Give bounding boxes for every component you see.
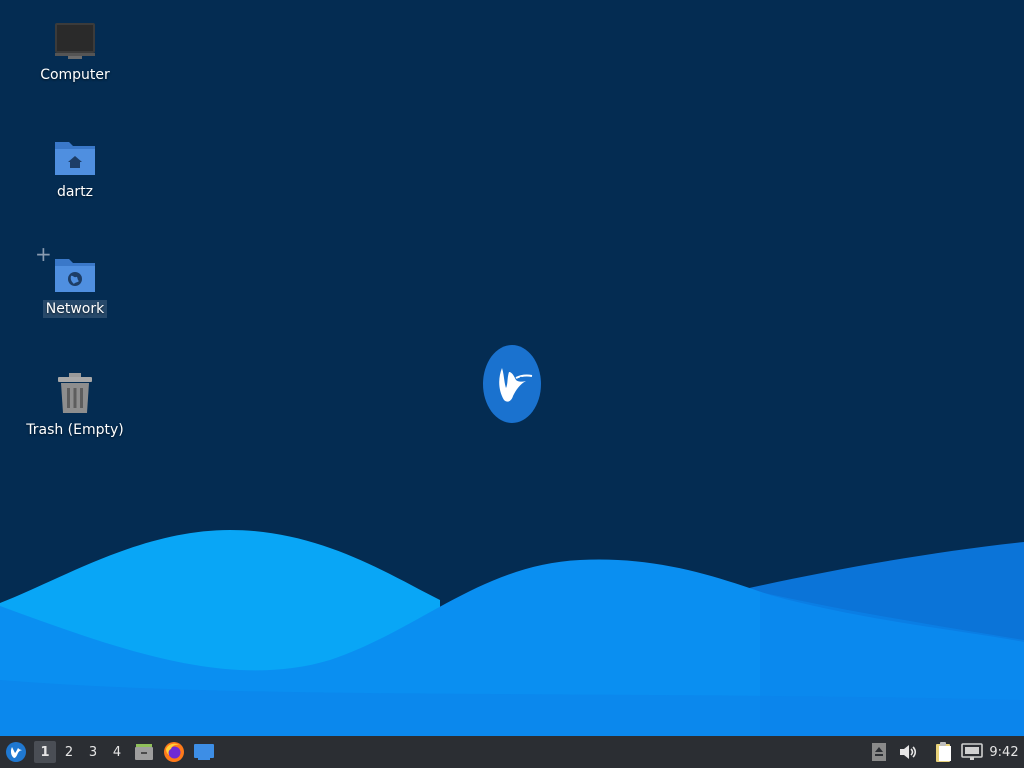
desktop-icon-trash[interactable]: Trash (Empty): [20, 371, 130, 439]
show-desktop-launcher[interactable]: [192, 736, 216, 768]
desktop-icon-label: Network: [42, 300, 108, 318]
desktop[interactable]: Computer dartz + Network Trash (Empty): [0, 0, 1024, 736]
workspace-3-button[interactable]: 3: [82, 736, 104, 768]
file-manager-icon: [135, 744, 153, 760]
clipboard-icon: [936, 742, 951, 762]
firefox-icon: [164, 742, 184, 762]
show-desktop-icon: [194, 744, 214, 760]
workspace-1-button[interactable]: 1: [34, 741, 56, 763]
trash-icon: [58, 373, 92, 413]
workspace-4-button[interactable]: 4: [106, 736, 128, 768]
workspace-label: 1: [40, 744, 50, 760]
bottom-panel: 1 2 3 4 9:42: [0, 736, 1024, 768]
xubuntu-menu-icon: [6, 742, 26, 762]
removable-media-icon: [872, 743, 886, 761]
desktop-icon-label: Trash (Empty): [26, 422, 124, 438]
xubuntu-bird-logo: [483, 345, 541, 423]
volume-tray[interactable]: [896, 736, 920, 768]
firefox-launcher[interactable]: [162, 736, 186, 768]
volume-icon: [900, 745, 917, 759]
files-launcher[interactable]: [132, 736, 156, 768]
network-wired-icon: [961, 743, 983, 760]
desktop-icon-home[interactable]: dartz: [20, 137, 130, 201]
workspace-label: 3: [88, 744, 98, 760]
desktop-icon-network[interactable]: Network: [20, 254, 130, 318]
workspace-2-button[interactable]: 2: [58, 736, 80, 768]
home-folder-icon: [55, 142, 95, 175]
workspace-label: 4: [112, 744, 122, 760]
applications-menu-button[interactable]: [2, 736, 30, 768]
monitor-icon: [55, 23, 95, 59]
clock[interactable]: 9:42: [986, 736, 1022, 768]
clipboard-tray[interactable]: [932, 736, 956, 768]
network-tray[interactable]: [960, 736, 984, 768]
clock-time: 9:42: [989, 744, 1019, 760]
removable-media-tray[interactable]: [868, 736, 890, 768]
workspace-label: 2: [64, 744, 74, 760]
desktop-icon-label: dartz: [56, 184, 94, 200]
desktop-icon-label: Computer: [40, 67, 110, 83]
desktop-icon-computer[interactable]: Computer: [20, 20, 130, 84]
network-folder-icon: [55, 259, 95, 292]
